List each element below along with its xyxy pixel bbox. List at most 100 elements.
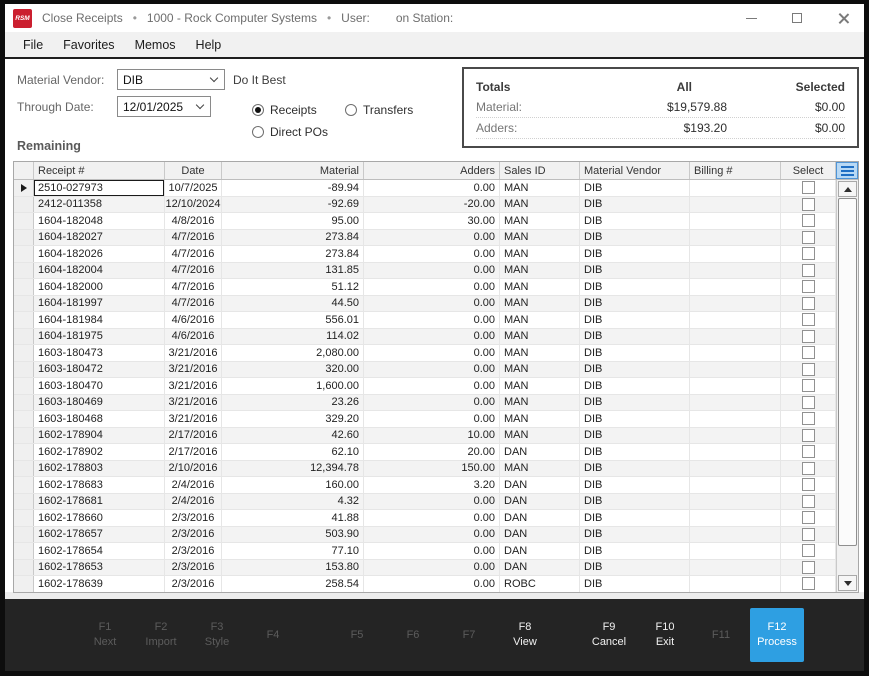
- table-row[interactable]: 2412-011358 12/10/2024 -92.69 -20.00 MAN…: [14, 197, 836, 214]
- material-vendor-select[interactable]: DIB: [117, 69, 225, 90]
- grid-header-billing[interactable]: Billing #: [690, 162, 781, 179]
- select-cell: [781, 296, 836, 312]
- receipts-radio[interactable]: Receipts: [252, 103, 317, 117]
- grid-header-adders[interactable]: Adders: [364, 162, 500, 179]
- table-row[interactable]: 1602-178683 2/4/2016 160.00 3.20 DAN DIB: [14, 477, 836, 494]
- select-checkbox[interactable]: [802, 379, 815, 392]
- scrollbar-thumb[interactable]: [838, 198, 857, 546]
- grid-menu-button[interactable]: [836, 162, 858, 179]
- vendor-cell: DIB: [580, 411, 690, 427]
- scroll-down-icon: [844, 581, 852, 586]
- table-row[interactable]: 1602-178639 2/3/2016 258.54 0.00 ROBC DI…: [14, 576, 836, 592]
- adders-cell: 0.00: [364, 296, 500, 312]
- grid-header-select[interactable]: Select: [781, 162, 836, 179]
- menu-item-favorites[interactable]: Favorites: [53, 38, 124, 52]
- grid-header-material-vendor[interactable]: Material Vendor: [580, 162, 690, 179]
- adders-cell: 0.00: [364, 180, 500, 196]
- date-cell: 2/3/2016: [165, 543, 222, 559]
- table-row[interactable]: 1602-178660 2/3/2016 41.88 0.00 DAN DIB: [14, 510, 836, 527]
- table-row[interactable]: 1604-182027 4/7/2016 273.84 0.00 MAN DIB: [14, 230, 836, 247]
- select-cell: [781, 279, 836, 295]
- menu-item-file[interactable]: File: [13, 38, 53, 52]
- table-row[interactable]: 1602-178681 2/4/2016 4.32 0.00 DAN DIB: [14, 494, 836, 511]
- table-row[interactable]: 1604-181975 4/6/2016 114.02 0.00 MAN DIB: [14, 329, 836, 346]
- billing-cell: [690, 296, 781, 312]
- select-checkbox[interactable]: [802, 313, 815, 326]
- table-row[interactable]: 1604-182000 4/7/2016 51.12 0.00 MAN DIB: [14, 279, 836, 296]
- table-row[interactable]: 1604-181997 4/7/2016 44.50 0.00 MAN DIB: [14, 296, 836, 313]
- adders-cell: 0.00: [364, 378, 500, 394]
- select-checkbox[interactable]: [802, 429, 815, 442]
- table-row[interactable]: 1602-178654 2/3/2016 77.10 0.00 DAN DIB: [14, 543, 836, 560]
- fkey-f8-view[interactable]: F8View: [497, 620, 553, 650]
- select-checkbox[interactable]: [802, 478, 815, 491]
- select-checkbox[interactable]: [802, 511, 815, 524]
- table-row[interactable]: 1603-180469 3/21/2016 23.26 0.00 MAN DIB: [14, 395, 836, 412]
- fkey-f9-cancel[interactable]: F9Cancel: [581, 620, 637, 650]
- select-checkbox[interactable]: [802, 264, 815, 277]
- select-checkbox[interactable]: [802, 445, 815, 458]
- material-cell: 131.85: [222, 263, 364, 279]
- select-checkbox[interactable]: [802, 346, 815, 359]
- sales-id-cell: DAN: [500, 477, 580, 493]
- grid-header-sales-id[interactable]: Sales ID: [500, 162, 580, 179]
- direct-pos-radio[interactable]: Direct POs: [252, 125, 328, 139]
- close-button[interactable]: [836, 11, 850, 25]
- receipt-cell: 1602-178639: [34, 576, 165, 592]
- select-checkbox[interactable]: [802, 528, 815, 541]
- select-checkbox[interactable]: [802, 577, 815, 590]
- table-row[interactable]: 1602-178653 2/3/2016 153.80 0.00 DAN DIB: [14, 560, 836, 577]
- select-checkbox[interactable]: [802, 363, 815, 376]
- sales-id-cell: MAN: [500, 180, 580, 196]
- billing-cell: [690, 444, 781, 460]
- scroll-up-button[interactable]: [838, 181, 857, 197]
- table-row[interactable]: 1604-181984 4/6/2016 556.01 0.00 MAN DIB: [14, 312, 836, 329]
- grid-header-date[interactable]: Date: [165, 162, 222, 179]
- table-row[interactable]: 1603-180473 3/21/2016 2,080.00 0.00 MAN …: [14, 345, 836, 362]
- select-checkbox[interactable]: [802, 280, 815, 293]
- table-row[interactable]: 1602-178657 2/3/2016 503.90 0.00 DAN DIB: [14, 527, 836, 544]
- select-checkbox[interactable]: [802, 561, 815, 574]
- table-row[interactable]: 1603-180472 3/21/2016 320.00 0.00 MAN DI…: [14, 362, 836, 379]
- select-checkbox[interactable]: [802, 462, 815, 475]
- process-button[interactable]: F12Process: [750, 608, 804, 662]
- select-checkbox[interactable]: [802, 231, 815, 244]
- select-checkbox[interactable]: [802, 181, 815, 194]
- through-date-select[interactable]: 12/01/2025: [117, 96, 211, 117]
- menu-item-help[interactable]: Help: [186, 38, 232, 52]
- select-checkbox[interactable]: [802, 214, 815, 227]
- minimize-button[interactable]: [744, 11, 758, 25]
- select-checkbox[interactable]: [802, 247, 815, 260]
- radio-icon: [252, 104, 264, 116]
- select-checkbox[interactable]: [802, 495, 815, 508]
- row-indicator: [14, 329, 34, 345]
- table-row[interactable]: 2510-027973 10/7/2025 -89.94 0.00 MAN DI…: [14, 180, 836, 197]
- table-row[interactable]: 1603-180468 3/21/2016 329.20 0.00 MAN DI…: [14, 411, 836, 428]
- select-checkbox[interactable]: [802, 297, 815, 310]
- fkey-f12-process[interactable]: F12Process: [749, 608, 805, 662]
- grid-header-material[interactable]: Material: [222, 162, 364, 179]
- table-row[interactable]: 1604-182026 4/7/2016 273.84 0.00 MAN DIB: [14, 246, 836, 263]
- sales-id-cell: MAN: [500, 246, 580, 262]
- grid-header-receipt[interactable]: Receipt #: [34, 162, 165, 179]
- fkey-f10-exit[interactable]: F10Exit: [637, 620, 693, 650]
- scroll-down-button[interactable]: [838, 575, 857, 591]
- select-checkbox[interactable]: [802, 330, 815, 343]
- table-row[interactable]: 1602-178803 2/10/2016 12,394.78 150.00 M…: [14, 461, 836, 478]
- table-row[interactable]: 1602-178902 2/17/2016 62.10 20.00 DAN DI…: [14, 444, 836, 461]
- menu-item-memos[interactable]: Memos: [125, 38, 186, 52]
- maximize-button[interactable]: [790, 11, 804, 25]
- vertical-scrollbar[interactable]: [836, 180, 858, 592]
- table-row[interactable]: 1604-182048 4/8/2016 95.00 30.00 MAN DIB: [14, 213, 836, 230]
- select-checkbox[interactable]: [802, 198, 815, 211]
- table-row[interactable]: 1604-182004 4/7/2016 131.85 0.00 MAN DIB: [14, 263, 836, 280]
- transfers-radio[interactable]: Transfers: [345, 103, 413, 117]
- table-row[interactable]: 1602-178904 2/17/2016 42.60 10.00 MAN DI…: [14, 428, 836, 445]
- material-cell: 273.84: [222, 246, 364, 262]
- select-checkbox[interactable]: [802, 396, 815, 409]
- billing-cell: [690, 461, 781, 477]
- table-row[interactable]: 1603-180470 3/21/2016 1,600.00 0.00 MAN …: [14, 378, 836, 395]
- select-checkbox[interactable]: [802, 412, 815, 425]
- select-checkbox[interactable]: [802, 544, 815, 557]
- row-indicator: [14, 395, 34, 411]
